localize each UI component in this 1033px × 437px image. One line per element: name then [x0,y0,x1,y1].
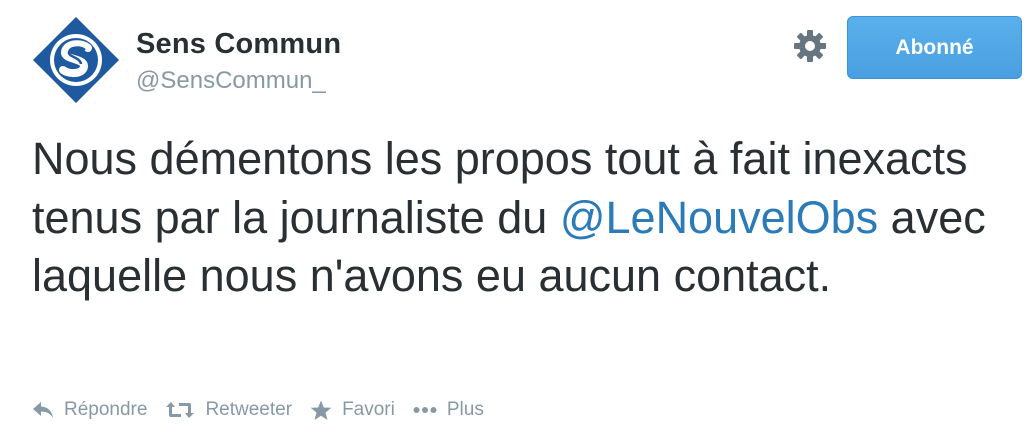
reply-button[interactable]: Répondre [32,399,147,421]
more-label: Plus [446,399,484,420]
favorite-button[interactable]: Favori [310,399,395,421]
user-handle[interactable]: @SensCommun_ [136,66,326,96]
more-icon [413,407,437,413]
retweet-button[interactable]: Retweeter [165,399,292,421]
avatar[interactable] [32,16,120,104]
tweet-card: Sens Commun @SensCommun_ Abonné Nous dém… [0,0,1033,437]
tweet-actions: Répondre Retweeter Favori Plus [32,394,502,426]
more-button[interactable]: Plus [413,399,484,421]
tweet-text: Nous démentons les propos tout à fait in… [32,130,1022,306]
favorite-label: Favori [342,399,395,420]
retweet-label: Retweeter [205,399,293,420]
display-name[interactable]: Sens Commun [136,26,341,62]
retweet-icon [166,402,195,418]
following-button[interactable]: Abonné [847,16,1022,79]
sens-commun-logo-icon [33,17,119,103]
mention-link[interactable]: @LeNouvelObs [560,192,878,243]
reply-label: Répondre [64,399,148,420]
reply-icon [33,402,53,418]
star-icon [310,400,332,420]
gear-icon[interactable] [792,28,828,64]
